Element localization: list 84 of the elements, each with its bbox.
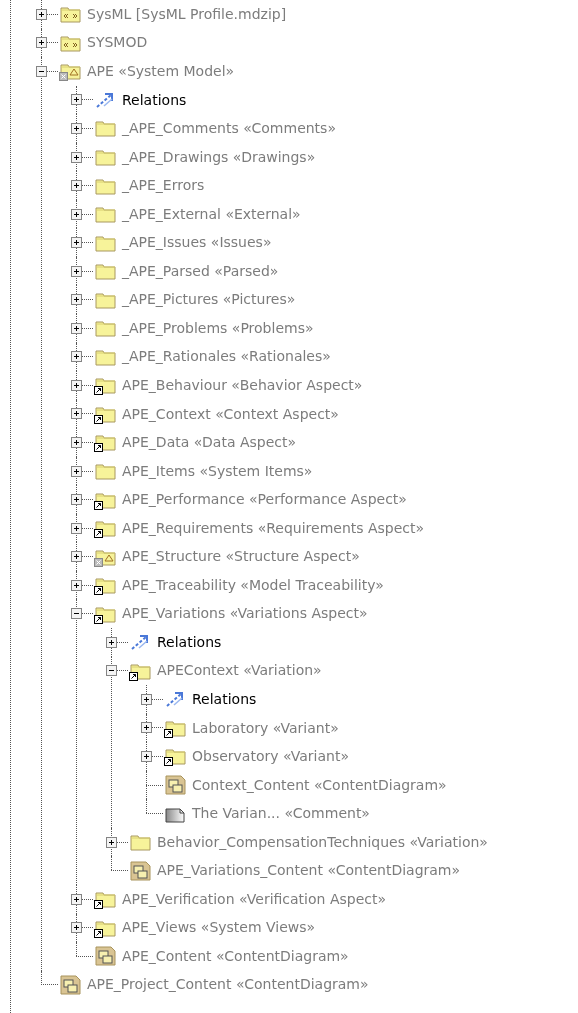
tree-item[interactable]: APE_Requirements «Requirements Aspect» <box>122 519 425 537</box>
folder-shortcut-icon <box>93 518 117 539</box>
expand-toggle[interactable] <box>71 322 82 334</box>
folder-shortcut-icon <box>163 746 187 767</box>
diagram-icon <box>58 974 82 995</box>
tree-item[interactable]: APE_Context «Context Aspect» <box>122 405 339 423</box>
expand-toggle[interactable] <box>71 237 82 249</box>
folder-icon <box>93 318 117 339</box>
expand-toggle[interactable] <box>71 379 82 391</box>
expand-toggle[interactable] <box>71 465 82 477</box>
tree-item[interactable]: APE_Verification «Verification Aspect» <box>122 890 386 908</box>
expand-toggle[interactable] <box>71 893 82 905</box>
tree-item[interactable]: _APE_Comments «Comments» <box>122 120 336 137</box>
tree-item[interactable]: _APE_Rationales «Rationales» <box>122 348 331 366</box>
expand-toggle[interactable] <box>141 722 152 734</box>
tree-item[interactable]: The Varian... «Comment» <box>192 805 370 822</box>
tree-item[interactable]: Laboratory «Variant» <box>192 719 339 737</box>
tree-item[interactable]: APE_Behaviour «Behavior Aspect» <box>122 377 363 394</box>
expand-toggle[interactable] <box>71 494 82 506</box>
expand-toggle[interactable] <box>71 522 82 534</box>
profile-folder-icon <box>58 4 82 25</box>
diagram-icon <box>128 860 152 881</box>
tree-item[interactable]: Relations <box>192 691 257 708</box>
tree-item[interactable]: APE_Structure «Structure Aspect» <box>122 548 360 566</box>
folder-shortcut-icon <box>93 575 117 596</box>
tree-item[interactable]: APE_Content «ContentDiagram» <box>122 947 349 965</box>
tree-item[interactable]: SysML [SysML Profile.mdzip] <box>87 5 287 23</box>
tree-item[interactable]: APE_Items «System Items» <box>122 462 313 480</box>
expand-toggle[interactable] <box>36 65 47 77</box>
expand-toggle[interactable] <box>36 8 47 20</box>
expand-toggle[interactable] <box>141 693 152 705</box>
tree-item[interactable]: _APE_Errors <box>122 177 205 194</box>
tree-item[interactable]: Relations <box>157 633 222 651</box>
tree-item[interactable]: APE_Performance «Performance Aspect» <box>122 491 407 508</box>
expand-toggle[interactable] <box>71 94 82 106</box>
tree-item[interactable]: _APE_Issues «Issues» <box>122 234 272 252</box>
folder-shortcut-icon <box>93 889 117 910</box>
tree-item[interactable]: Observatory «Variant» <box>192 748 349 765</box>
tree-item[interactable]: APE_Data «Data Aspect» <box>122 434 297 451</box>
tree-item[interactable]: Relations <box>122 91 187 109</box>
diagram-icon <box>93 946 117 967</box>
tree-item[interactable]: _APE_Pictures «Pictures» <box>122 291 296 309</box>
expand-toggle[interactable] <box>106 836 117 848</box>
expand-toggle[interactable] <box>71 408 82 420</box>
tree-item[interactable]: APE_Project_Content «ContentDiagram» <box>87 976 369 994</box>
folder-icon <box>93 147 117 167</box>
tree-item[interactable]: _APE_Problems «Problems» <box>122 319 314 337</box>
tree-item[interactable]: APE «System Model» <box>87 62 235 80</box>
expand-toggle[interactable] <box>71 180 82 192</box>
expand-toggle[interactable] <box>106 665 117 677</box>
folder-icon <box>93 204 117 225</box>
expand-toggle[interactable] <box>71 922 82 934</box>
expand-toggle[interactable] <box>71 294 82 306</box>
tree-item[interactable]: Context_Content «ContentDiagram» <box>192 776 447 794</box>
folder-icon <box>128 832 152 853</box>
expand-toggle[interactable] <box>71 436 82 448</box>
diagram-icon <box>163 775 187 796</box>
tree-item[interactable]: _APE_Drawings «Drawings» <box>122 148 316 166</box>
expand-toggle[interactable] <box>36 37 47 49</box>
tree-item[interactable]: SYSMOD <box>87 34 148 52</box>
tree-item[interactable]: Behavior_CompensationTechniques «Variation» <box>157 833 488 851</box>
tree-item[interactable]: APE_Views «System Views» <box>122 919 316 937</box>
expand-toggle[interactable] <box>71 265 82 277</box>
tree-item[interactable]: _APE_Parsed «Parsed» <box>122 262 279 280</box>
expand-toggle[interactable] <box>71 579 82 591</box>
tree-item[interactable]: APE_Variations «Variations Aspect» <box>122 605 368 623</box>
folder-icon <box>93 118 117 139</box>
folder-shortcut-icon <box>93 375 117 396</box>
expand-toggle[interactable] <box>106 636 117 648</box>
folder-icon <box>93 461 117 481</box>
expand-toggle[interactable] <box>141 751 152 762</box>
model-folder-icon <box>58 61 82 82</box>
tree-item[interactable]: APEContext «Variation» <box>157 662 322 680</box>
expand-toggle[interactable] <box>71 551 82 563</box>
folder-icon <box>93 261 117 282</box>
expand-toggle[interactable] <box>71 151 82 163</box>
expand-toggle[interactable] <box>71 351 82 363</box>
tree-item[interactable]: APE_Variations_Content «ContentDiagram» <box>157 862 461 880</box>
folder-shortcut-icon <box>93 432 117 453</box>
expand-toggle[interactable] <box>71 608 82 620</box>
tree-item[interactable]: APE_Traceability «Model Traceability» <box>122 576 384 594</box>
tree-item[interactable]: _APE_External «External» <box>122 205 301 223</box>
expand-toggle[interactable] <box>71 208 82 220</box>
expand-toggle[interactable] <box>71 122 82 134</box>
